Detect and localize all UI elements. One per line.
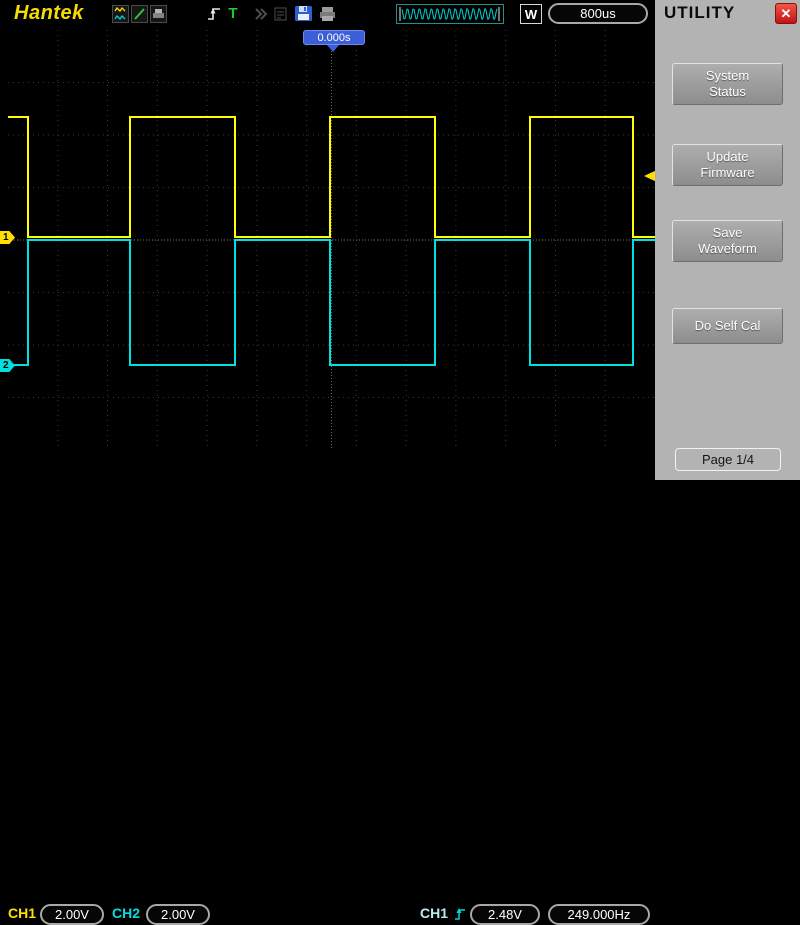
- timebase-readout: 800us: [548, 3, 648, 24]
- dimmed-arrows-icon: [252, 5, 269, 23]
- horizontal-position-readout[interactable]: 0.000s: [303, 30, 365, 45]
- trigger-slope-icon: [453, 905, 467, 923]
- save-waveform-button[interactable]: Save Waveform: [672, 220, 783, 262]
- ch1-scale-readout: 2.00V: [40, 904, 104, 925]
- update-firmware-button[interactable]: Update Firmware: [672, 144, 783, 186]
- status-bar: CH1 2.00V CH2 2.00V CH1 2.48V 249.000Hz: [0, 450, 655, 925]
- print-icon[interactable]: [318, 5, 338, 23]
- channel-waves-icon: [112, 5, 129, 23]
- horizontal-position-pointer[interactable]: [327, 45, 339, 52]
- window-mode-indicator: W: [520, 4, 542, 24]
- trigger-level-readout: 2.48V: [470, 904, 540, 925]
- waveform-display: [8, 30, 655, 450]
- frequency-readout: 249.000Hz: [548, 904, 650, 925]
- printer-small-icon: [150, 5, 167, 23]
- rising-edge-trigger-icon: [205, 5, 223, 23]
- close-icon[interactable]: ✕: [775, 3, 797, 24]
- ch2-scale-readout: 2.00V: [146, 904, 210, 925]
- do-self-cal-button[interactable]: Do Self Cal: [672, 308, 783, 344]
- trigger-status-icon: T: [228, 5, 238, 22]
- trigger-source-label: CH1: [420, 905, 449, 921]
- oscilloscope-screen: Hantek T W 800us 0.000s 1 2 UTILITY ✕ Sy…: [0, 0, 800, 925]
- top-toolbar: Hantek T W 800us: [0, 0, 655, 28]
- slope-icon: [131, 5, 148, 23]
- system-status-button[interactable]: System Status: [672, 63, 783, 105]
- brand-logo: Hantek: [14, 2, 84, 24]
- save-icon[interactable]: [294, 5, 314, 23]
- ch1-label: CH1: [8, 905, 37, 921]
- waveform-traces: [8, 116, 655, 366]
- menu-title: UTILITY: [664, 3, 736, 22]
- ch2-label: CH2: [112, 905, 141, 921]
- utility-menu: UTILITY ✕ System Status Update Firmware …: [655, 0, 800, 480]
- page-indicator-button[interactable]: Page 1/4: [675, 448, 781, 471]
- dimmed-document-icon: [272, 5, 289, 23]
- record-window-preview[interactable]: [396, 4, 504, 24]
